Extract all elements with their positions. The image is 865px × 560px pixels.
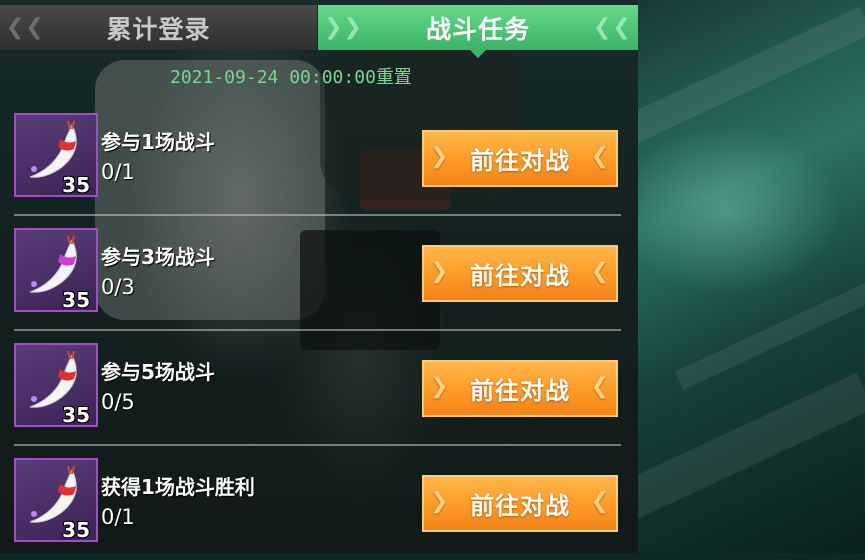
go-battle-button[interactable]: ❯ 前往对战 ❮ [422,130,618,187]
chevron-left-icon: ❮ [590,374,610,399]
reward-item[interactable]: 35 [14,113,98,197]
reward-count: 35 [62,288,90,312]
tab-bar: ❮❮ 累计登录 ❯❯ 战斗任务 ❮❮ [0,5,638,50]
task-title: 参与5场战斗 [101,360,215,384]
reward-count: 35 [62,518,90,542]
reset-time-text: 2021-09-24 00:00:00重置 [170,67,412,88]
task-progress: 0/3 [101,275,135,299]
tab-cumulative-login-label: 累计登录 [106,14,211,44]
chevron-left-icon: ❮❮ [6,15,45,40]
go-battle-button-label: 前往对战 [470,492,570,520]
tab-battle-tasks-label: 战斗任务 [425,14,530,44]
task-row: 35 参与1场战斗 0/1 ❯ 前往对战 ❮ [0,100,622,215]
task-row: 35 参与5场战斗 0/5 ❯ 前往对战 ❮ [0,330,622,445]
scenery-background [638,0,865,553]
reward-item[interactable]: 35 [14,458,98,542]
task-progress: 0/5 [101,390,135,414]
chevron-right-icon: ❯ [430,259,450,284]
go-battle-button[interactable]: ❯ 前往对战 ❮ [422,245,618,302]
reward-count: 35 [62,173,90,197]
tab-battle-tasks[interactable]: ❯❯ 战斗任务 ❮❮ [318,5,638,50]
go-battle-button-label: 前往对战 [470,147,570,175]
task-progress: 0/1 [101,160,135,184]
task-title: 获得1场战斗胜利 [101,475,255,499]
go-battle-button-label: 前往对战 [470,262,570,290]
chevron-left-icon: ❮ [590,489,610,514]
task-progress: 0/1 [101,505,135,529]
reward-item[interactable]: 35 [14,228,98,312]
task-title: 参与3场战斗 [101,245,215,269]
chevron-right-icon: ❯ [430,489,450,514]
chevron-right-icon: ❯❯ [324,15,363,40]
task-title: 参与1场战斗 [101,130,215,154]
task-row: 35 获得1场战斗胜利 0/1 ❯ 前往对战 ❮ [0,445,622,560]
reward-item[interactable]: 35 [14,343,98,427]
chevron-right-icon: ❯ [430,374,450,399]
go-battle-button[interactable]: ❯ 前往对战 ❮ [422,475,618,532]
chevron-left-icon: ❮ [590,144,610,169]
task-row: 35 参与3场战斗 0/3 ❯ 前往对战 ❮ [0,215,622,330]
reward-count: 35 [62,403,90,427]
go-battle-button[interactable]: ❯ 前往对战 ❮ [422,360,618,417]
chevron-left-icon: ❮❮ [593,15,632,40]
chevron-left-icon: ❮ [590,259,610,284]
go-battle-button-label: 前往对战 [470,377,570,405]
chevron-right-icon: ❯ [430,144,450,169]
tab-cumulative-login[interactable]: ❮❮ 累计登录 [0,5,318,50]
